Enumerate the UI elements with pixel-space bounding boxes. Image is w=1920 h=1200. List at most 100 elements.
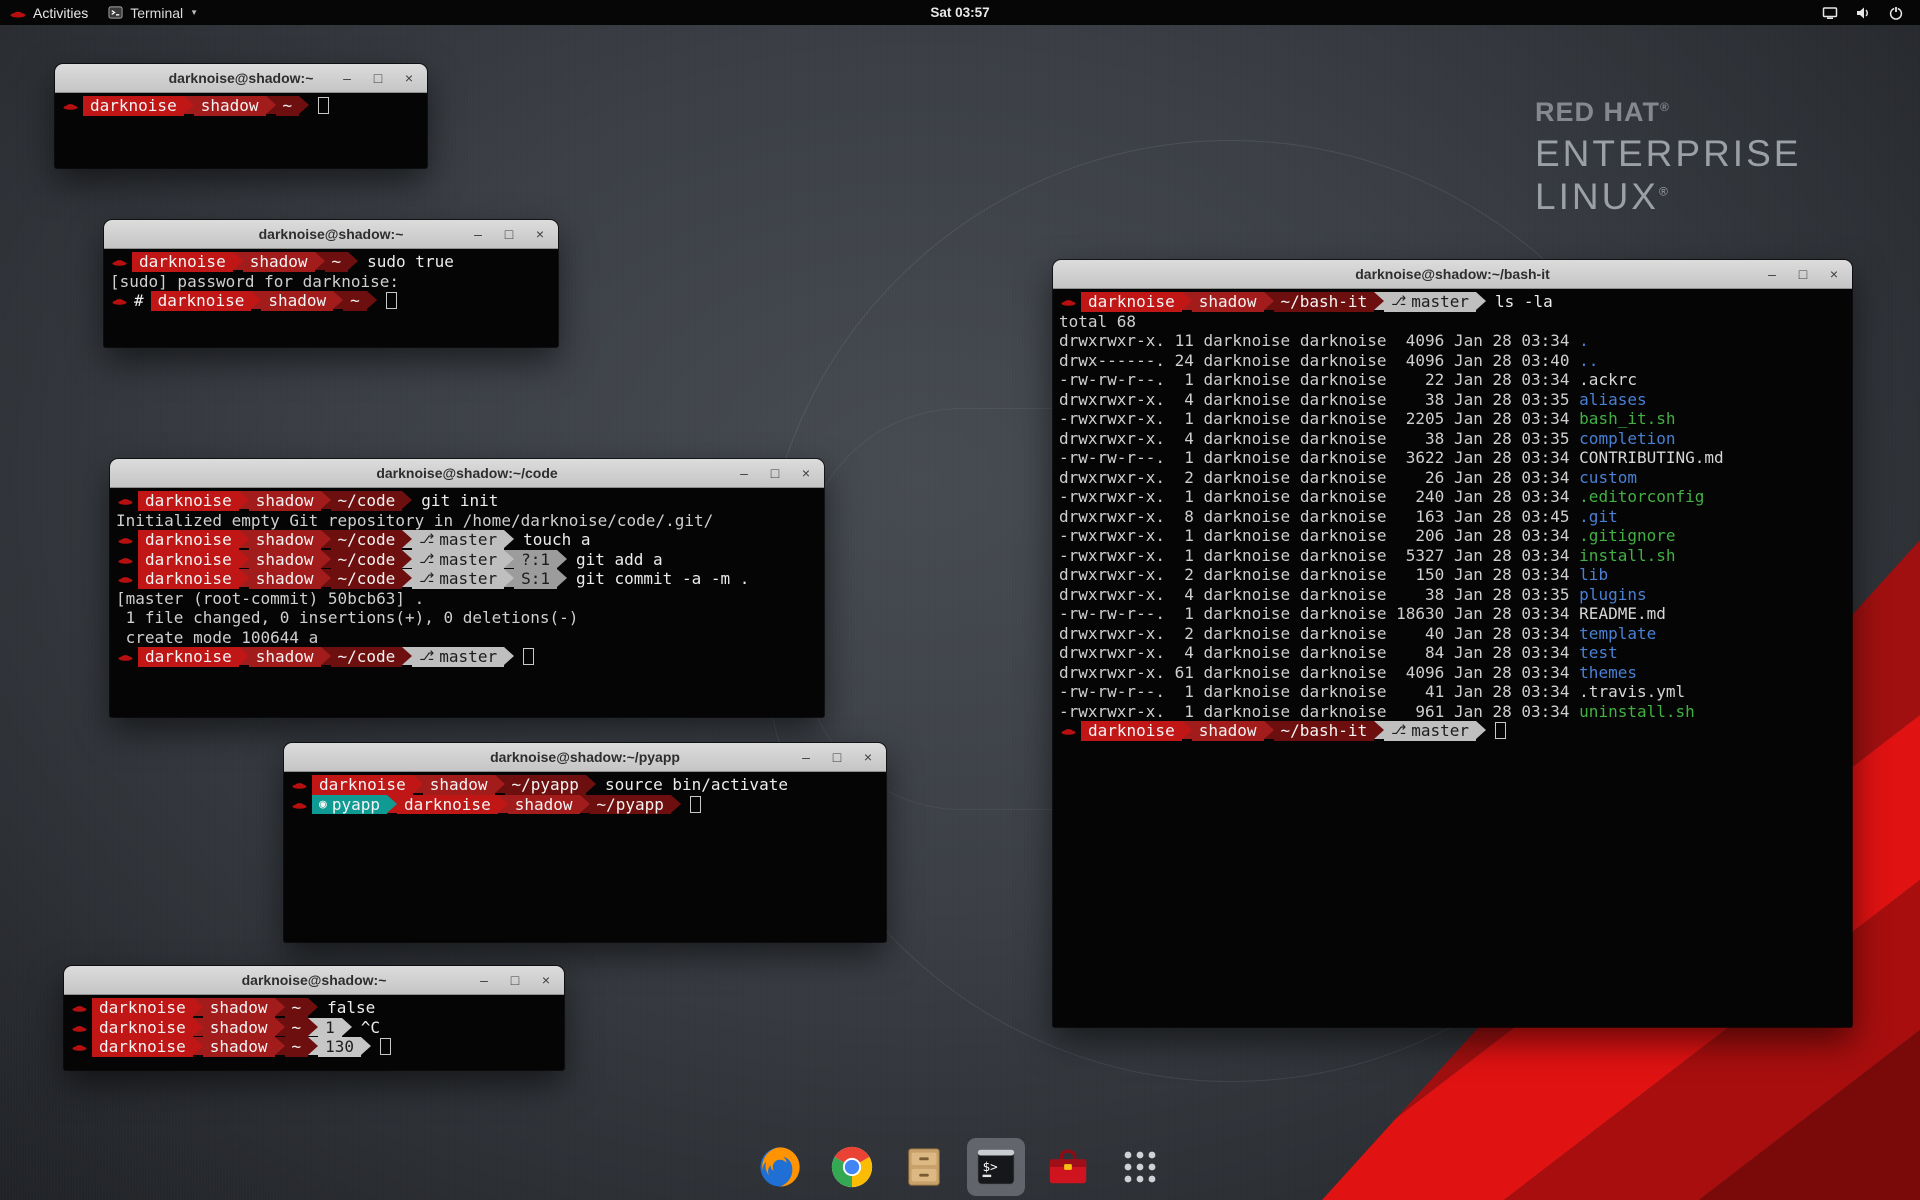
terminal-content[interactable]: darknoiseshadow~falsedarknoiseshadow~1^C… <box>64 995 564 1070</box>
maximize-button[interactable]: □ <box>370 64 386 92</box>
prompt-segment-user: darknoise <box>92 1037 193 1057</box>
terminal-line: drwxrwxr-x. 2 darknoise darknoise 40 Jan… <box>1059 624 1852 644</box>
window-titlebar[interactable]: darknoise@shadow:~ – □ × <box>64 966 564 995</box>
ls-columns: -rwxrwxr-x. 1 darknoise darknoise 206 Ja… <box>1059 526 1579 545</box>
ls-columns: drwxrwxr-x. 4 darknoise darknoise 38 Jan… <box>1059 585 1579 604</box>
close-button[interactable]: × <box>538 966 554 994</box>
powerline-arrow-icon <box>361 1037 371 1055</box>
prompt-segment-git: ⎇master <box>1384 721 1476 741</box>
firefox-icon[interactable] <box>751 1138 809 1196</box>
terminal-content[interactable]: darknoiseshadow~sudo true[sudo] password… <box>104 249 558 347</box>
terminal-line: darknoiseshadow~/bash-it⎇master <box>1059 721 1852 741</box>
terminal-window-pyapp: darknoise@shadow:~/pyapp – □ × darknoise… <box>284 743 886 942</box>
powerline-arrow-icon <box>586 775 596 793</box>
powerline-arrow-icon <box>402 550 412 568</box>
window-titlebar[interactable]: darknoise@shadow:~/bash-it – □ × <box>1053 260 1852 289</box>
window-titlebar[interactable]: darknoise@shadow:~ – □ × <box>104 220 558 249</box>
minimize-button[interactable]: – <box>798 743 814 771</box>
maximize-button[interactable]: □ <box>1795 260 1811 288</box>
powerline-arrow-icon <box>367 291 377 309</box>
prompt-segment-user: darknoise <box>397 795 498 815</box>
redhat-prompt-icon <box>72 998 87 1018</box>
prompt-segment-gitd: S:1 <box>514 569 557 589</box>
powerline-arrow-icon <box>1374 292 1384 310</box>
file-manager-icon[interactable] <box>895 1138 953 1196</box>
prompt-segment-path: ~/code <box>331 569 403 589</box>
terminal-line: create mode 100644 a <box>116 628 824 648</box>
close-button[interactable]: × <box>401 64 417 92</box>
powerline-arrow-icon <box>315 252 325 270</box>
window-titlebar[interactable]: darknoise@shadow:~ – □ × <box>55 64 427 93</box>
toolbox-icon[interactable] <box>1039 1138 1097 1196</box>
close-button[interactable]: × <box>1826 260 1842 288</box>
powerline-arrow-icon <box>321 491 331 509</box>
terminal-line: [sudo] password for darknoise: <box>110 272 558 292</box>
command-text: git init <box>421 491 498 511</box>
ls-columns: drwxrwxr-x. 2 darknoise darknoise 150 Ja… <box>1059 565 1579 584</box>
terminal-content[interactable]: darknoiseshadow~/codegit initInitialized… <box>110 488 824 717</box>
powerline-arrow-icon <box>299 96 309 114</box>
redhat-prompt-icon <box>118 491 133 511</box>
prompt-segment-host: shadow <box>243 252 315 272</box>
powerline-arrow-icon <box>308 1018 318 1036</box>
terminal-line: ◉pyappdarknoiseshadow~/pyapp <box>290 795 886 815</box>
clock[interactable]: Sat 03:57 <box>930 5 989 20</box>
powerline-arrow-icon <box>557 550 567 568</box>
ls-columns: drwxrwxr-x. 2 darknoise darknoise 40 Jan… <box>1059 624 1579 643</box>
terminal-line: -rwxrwxr-x. 1 darknoise darknoise 5327 J… <box>1059 546 1852 566</box>
maximize-button[interactable]: □ <box>501 220 517 248</box>
redhat-prompt-icon <box>1061 292 1076 312</box>
powerline-arrow-icon <box>1476 292 1486 310</box>
output-text: 1 file changed, 0 insertions(+), 0 delet… <box>116 608 578 627</box>
ls-filename: .gitignore <box>1579 526 1675 545</box>
terminal-content[interactable]: darknoiseshadow~/pyappsource bin/activat… <box>284 772 886 942</box>
ls-columns: drwxrwxr-x. 8 darknoise darknoise 163 Ja… <box>1059 507 1579 526</box>
maximize-button[interactable]: □ <box>767 459 783 487</box>
branch-icon: ⎇ <box>419 552 434 567</box>
output-text: Initialized empty Git repository in /hom… <box>116 511 713 530</box>
branding-linux: LINUX® <box>1535 178 1801 217</box>
prompt-segment-path: ~/bash-it <box>1274 292 1375 312</box>
system-status-area[interactable] <box>1822 0 1920 25</box>
minimize-button[interactable]: – <box>470 220 486 248</box>
minimize-button[interactable]: – <box>339 64 355 92</box>
minimize-button[interactable]: – <box>1764 260 1780 288</box>
maximize-button[interactable]: □ <box>507 966 523 994</box>
terminal-line: darknoiseshadow~/code⎇master <box>116 647 824 667</box>
minimize-button[interactable]: – <box>476 966 492 994</box>
activities-button[interactable]: Activities <box>0 0 98 25</box>
maximize-button[interactable]: □ <box>829 743 845 771</box>
prompt-segment-user: darknoise <box>1081 292 1182 312</box>
terminal-line: darknoiseshadow~1^C <box>70 1018 564 1038</box>
app-grid-icon[interactable] <box>1111 1138 1169 1196</box>
command-text: git commit -a -m . <box>576 569 749 589</box>
close-button[interactable]: × <box>860 743 876 771</box>
prompt-segment-git: ⎇master <box>412 530 504 550</box>
powerline-arrow-icon <box>580 795 590 813</box>
chrome-icon[interactable] <box>823 1138 881 1196</box>
app-menu-terminal[interactable]: Terminal ▼ <box>98 0 208 25</box>
prompt-segment-user: darknoise <box>138 491 239 511</box>
terminal-line: -rw-rw-r--. 1 darknoise darknoise 18630 … <box>1059 604 1852 624</box>
terminal-icon[interactable]: $> <box>967 1138 1025 1196</box>
terminal-content[interactable]: darknoiseshadow~/bash-it⎇masterls -latot… <box>1053 289 1852 1027</box>
prompt-segment-host: shadow <box>203 998 275 1018</box>
terminal-line: darknoiseshadow~ <box>61 96 427 116</box>
prompt-segment-path: ~/pyapp <box>505 775 586 795</box>
close-button[interactable]: × <box>798 459 814 487</box>
powerline-arrow-icon <box>321 647 331 665</box>
ls-filename: bash_it.sh <box>1579 409 1675 428</box>
prompt-segment-git: ⎇master <box>412 550 504 570</box>
ls-filename: uninstall.sh <box>1579 702 1695 721</box>
terminal-content[interactable]: darknoiseshadow~ <box>55 93 427 168</box>
command-text: ^C <box>361 1018 380 1038</box>
terminal-line: -rw-rw-r--. 1 darknoise darknoise 41 Jan… <box>1059 682 1852 702</box>
prompt-segment-gitd: ?:1 <box>514 550 557 570</box>
powerline-arrow-icon <box>275 1018 285 1036</box>
window-titlebar[interactable]: darknoise@shadow:~/pyapp – □ × <box>284 743 886 772</box>
terminal-line: darknoiseshadow~/code⎇master?:1git add a <box>116 550 824 570</box>
close-button[interactable]: × <box>532 220 548 248</box>
ls-columns: -rwxrwxr-x. 1 darknoise darknoise 2205 J… <box>1059 409 1579 428</box>
window-titlebar[interactable]: darknoise@shadow:~/code – □ × <box>110 459 824 488</box>
minimize-button[interactable]: – <box>736 459 752 487</box>
